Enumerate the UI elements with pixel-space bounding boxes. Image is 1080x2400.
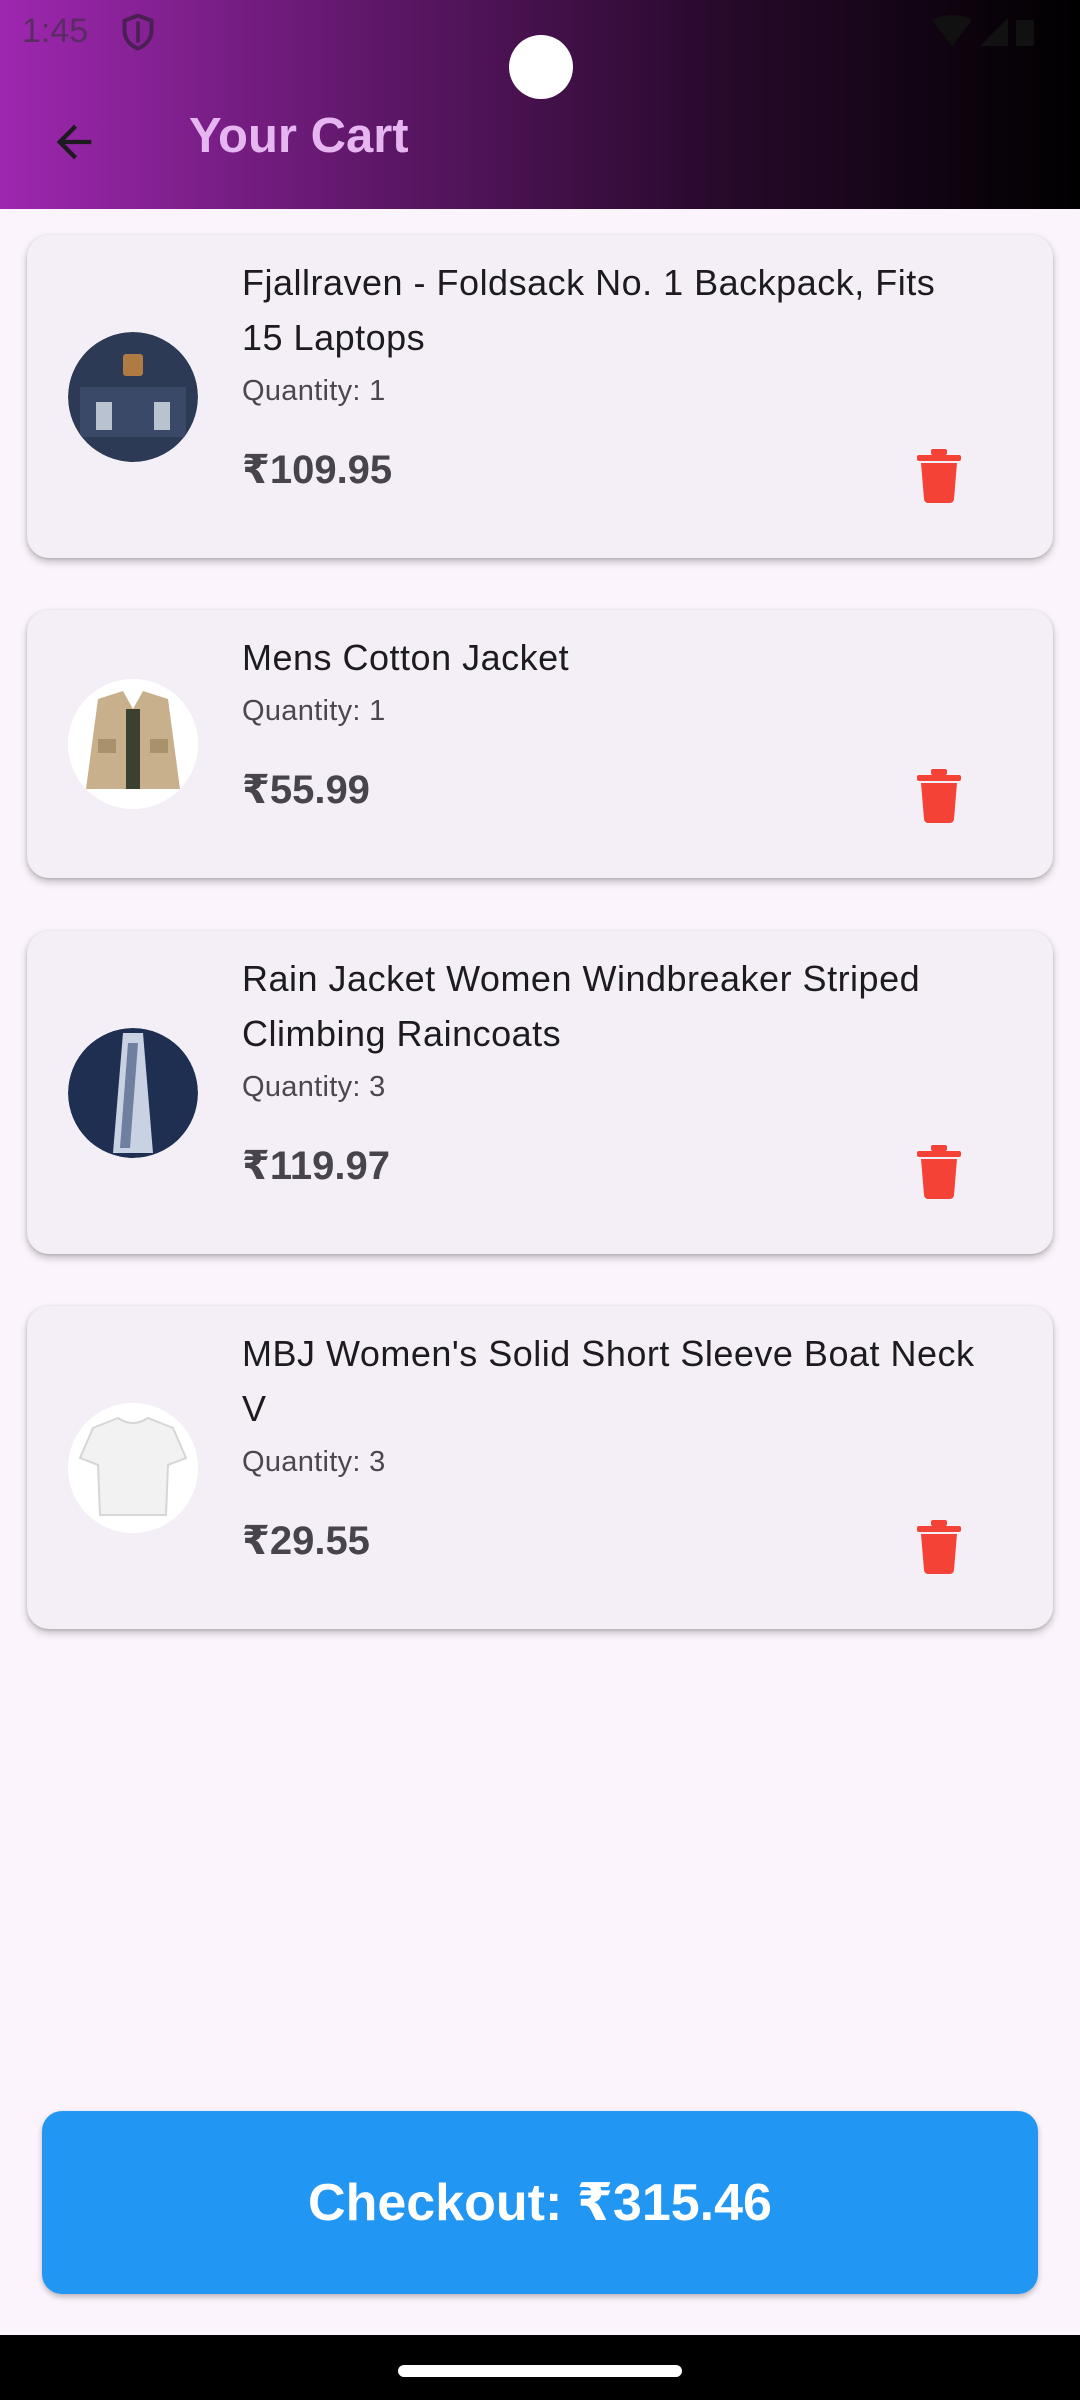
camera-cutout bbox=[509, 35, 573, 99]
product-quantity: Quantity: 1 bbox=[242, 375, 386, 407]
trash-icon bbox=[917, 1520, 961, 1574]
product-image bbox=[68, 679, 198, 809]
signal-icon bbox=[932, 15, 1034, 46]
trash-icon bbox=[917, 769, 961, 823]
status-time: 1:45 bbox=[22, 12, 89, 50]
product-price: ₹109.95 bbox=[242, 448, 393, 492]
trash-icon bbox=[917, 1145, 961, 1199]
app-bar: 1:45 Your Cart bbox=[0, 0, 1080, 209]
product-quantity: Quantity: 1 bbox=[242, 695, 386, 727]
cart-item-card[interactable]: Fjallraven - Foldsack No. 1 Backpack, Fi… bbox=[27, 235, 1053, 558]
product-image bbox=[68, 1028, 198, 1158]
checkout-button[interactable]: Checkout: ₹315.46 bbox=[42, 2111, 1038, 2294]
cart-item-card[interactable]: MBJ Women's Solid Short Sleeve Boat Neck… bbox=[27, 1306, 1053, 1629]
product-price: ₹119.97 bbox=[242, 1144, 390, 1188]
delete-button[interactable] bbox=[909, 446, 969, 506]
back-button[interactable] bbox=[32, 100, 116, 184]
shield-icon bbox=[122, 13, 154, 51]
delete-button[interactable] bbox=[909, 1142, 969, 1202]
product-quantity: Quantity: 3 bbox=[242, 1071, 386, 1103]
product-price: ₹55.99 bbox=[242, 768, 370, 812]
page-title: Your Cart bbox=[189, 109, 409, 163]
delete-button[interactable] bbox=[909, 766, 969, 826]
product-title: Mens Cotton Jacket bbox=[242, 637, 570, 678]
product-price: ₹29.55 bbox=[242, 1519, 370, 1563]
arrow-left-icon bbox=[56, 124, 92, 160]
cart-item-card[interactable]: Rain Jacket Women Windbreaker Striped Cl… bbox=[27, 931, 1053, 1254]
product-title: MBJ Women's Solid Short Sleeve Boat Neck… bbox=[242, 1333, 975, 1429]
home-indicator[interactable] bbox=[398, 2365, 682, 2377]
product-image bbox=[68, 332, 198, 462]
product-quantity: Quantity: 3 bbox=[242, 1446, 386, 1478]
product-title: Rain Jacket Women Windbreaker Striped Cl… bbox=[242, 958, 921, 1054]
delete-button[interactable] bbox=[909, 1517, 969, 1577]
trash-icon bbox=[917, 449, 961, 503]
product-title: Fjallraven - Foldsack No. 1 Backpack, Fi… bbox=[242, 262, 936, 358]
product-image bbox=[68, 1403, 198, 1533]
cart-item-card[interactable]: Mens Cotton Jacket Quantity: 1 ₹55.99 bbox=[27, 610, 1053, 878]
